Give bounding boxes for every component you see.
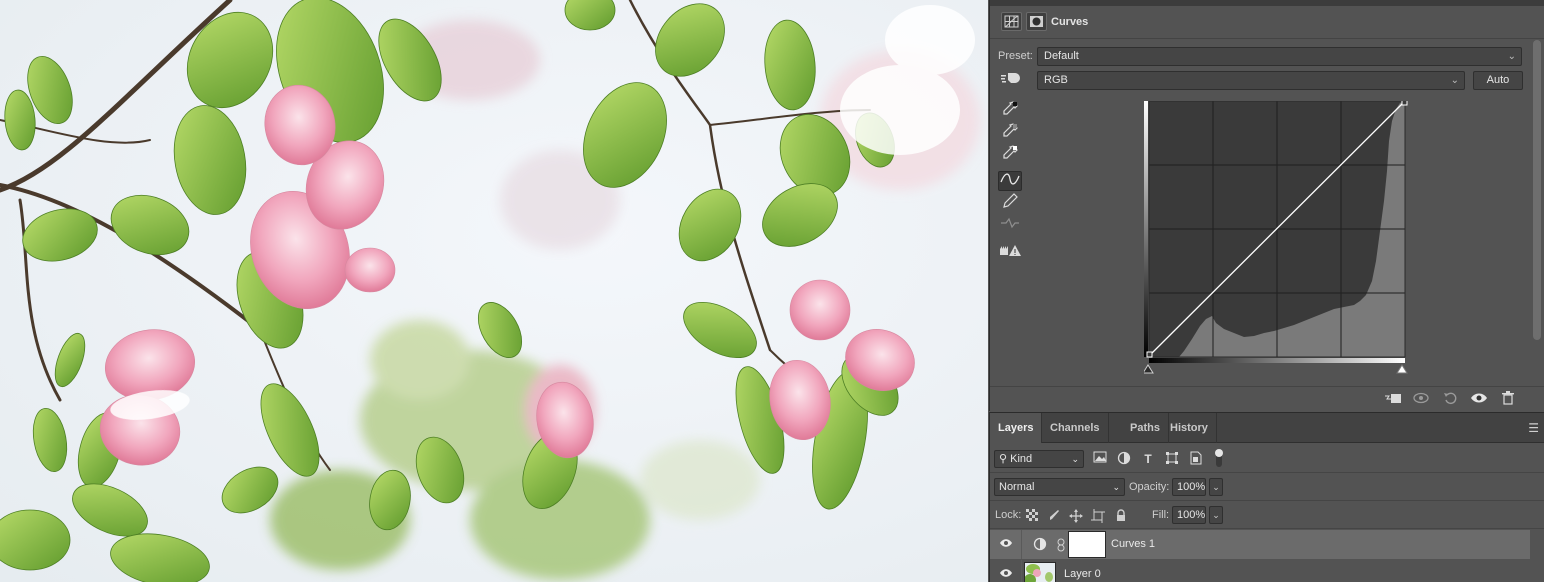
blend-mode-value: Normal bbox=[999, 481, 1035, 493]
pixel-layer-filter-icon[interactable] bbox=[1092, 451, 1108, 467]
channel-value: RGB bbox=[1044, 74, 1068, 86]
tab-layers[interactable]: Layers bbox=[990, 413, 1043, 443]
layer-mask-thumbnail[interactable] bbox=[1068, 531, 1106, 558]
visibility-icon[interactable] bbox=[1469, 391, 1489, 409]
clip-to-layer-icon[interactable] bbox=[1383, 391, 1403, 409]
fill-label: Fill: bbox=[1152, 509, 1170, 521]
type-layer-filter-icon[interactable]: T bbox=[1140, 451, 1156, 467]
lock-transparency-icon[interactable] bbox=[1025, 509, 1039, 523]
tab-history[interactable]: History bbox=[1162, 413, 1217, 443]
layer-filter-row: ⚲ Kind ⌄ T bbox=[990, 444, 1544, 473]
opacity-input[interactable]: 100% bbox=[1172, 478, 1206, 496]
filter-kind-value: Kind bbox=[1010, 453, 1033, 465]
lock-image-pixels-icon[interactable] bbox=[1048, 509, 1062, 523]
preset-dropdown[interactable]: Default ⌄ bbox=[1037, 47, 1522, 66]
blend-mode-dropdown[interactable]: Normal ⌄ bbox=[994, 478, 1125, 496]
curve-point-black[interactable] bbox=[1146, 351, 1153, 358]
smooth-icon[interactable] bbox=[998, 216, 1022, 236]
lock-all-icon[interactable] bbox=[1114, 509, 1128, 523]
opacity-chevron-icon[interactable]: ⌄ bbox=[1209, 478, 1223, 496]
black-point-eyedropper-icon[interactable] bbox=[998, 101, 1022, 121]
properties-header: Curves bbox=[990, 6, 1544, 39]
layer-name[interactable]: Layer 0 bbox=[1064, 568, 1101, 580]
adjustment-grid-icon[interactable] bbox=[1001, 12, 1022, 31]
properties-title: Curves bbox=[1051, 16, 1089, 28]
reset-icon[interactable] bbox=[1441, 391, 1461, 409]
lock-row: Lock: Fill: 100% ⌄ bbox=[990, 501, 1544, 529]
layer-divider bbox=[1021, 560, 1022, 582]
layer-visibility-icon[interactable] bbox=[999, 537, 1013, 551]
layer-name[interactable]: Curves 1 bbox=[1111, 538, 1155, 550]
layer-divider bbox=[1021, 530, 1022, 559]
curves-graph[interactable] bbox=[1144, 101, 1410, 377]
gray-point-eyedropper-icon[interactable] bbox=[998, 123, 1022, 143]
adjustment-layer-filter-icon[interactable] bbox=[1116, 451, 1132, 467]
delete-icon[interactable] bbox=[1498, 391, 1518, 409]
curve-point-white[interactable] bbox=[1401, 101, 1408, 106]
shape-layer-filter-icon[interactable] bbox=[1164, 451, 1180, 467]
filter-toggle-icon[interactable] bbox=[1211, 448, 1227, 467]
tab-channels[interactable]: Channels bbox=[1042, 413, 1109, 443]
channel-dropdown[interactable]: RGB ⌄ bbox=[1037, 71, 1465, 90]
input-gradient-bar bbox=[1149, 358, 1405, 363]
pencil-icon[interactable] bbox=[998, 193, 1022, 213]
mask-link-icon[interactable] bbox=[1057, 538, 1065, 555]
target-adjust-icon[interactable] bbox=[998, 71, 1022, 91]
properties-footer bbox=[990, 386, 1544, 411]
black-input-slider[interactable] bbox=[1144, 364, 1154, 374]
white-point-eyedropper-icon[interactable] bbox=[998, 145, 1022, 165]
photo-canvas[interactable] bbox=[0, 0, 988, 582]
fill-chevron-icon[interactable]: ⌄ bbox=[1209, 506, 1223, 524]
chevron-down-icon: ⌄ bbox=[1112, 482, 1120, 492]
dogwood-photo bbox=[0, 0, 980, 582]
chevron-down-icon: ⌄ bbox=[1507, 51, 1516, 62]
lock-position-icon[interactable] bbox=[1069, 509, 1083, 523]
curve-points-icon[interactable] bbox=[998, 171, 1022, 191]
panel-menu-icon[interactable]: ☰ bbox=[1528, 421, 1539, 435]
lock-label: Lock: bbox=[995, 509, 1022, 521]
adjustment-layer-icon bbox=[1033, 537, 1047, 554]
chevron-down-icon: ⌄ bbox=[1071, 454, 1079, 464]
layers-panel: Layers Channels Paths History ☰ ⚲ Kind ⌄… bbox=[989, 412, 1544, 582]
mask-icon[interactable] bbox=[1026, 12, 1047, 31]
opacity-label: Opacity: bbox=[1129, 481, 1170, 493]
properties-scrollbar[interactable] bbox=[1533, 40, 1541, 340]
lock-artboard-icon[interactable] bbox=[1091, 509, 1105, 523]
layer-visibility-icon[interactable] bbox=[999, 567, 1013, 581]
blend-mode-row: Normal ⌄ Opacity: 100% ⌄ bbox=[990, 473, 1544, 501]
search-icon: ⚲ bbox=[999, 453, 1008, 465]
preset-label: Preset: bbox=[998, 50, 1033, 62]
layer-row-curves-1[interactable]: Curves 1 bbox=[990, 530, 1530, 559]
smart-object-filter-icon[interactable] bbox=[1188, 451, 1204, 467]
white-input-slider[interactable] bbox=[1396, 364, 1408, 374]
layer-row-layer-0[interactable]: Layer 0 bbox=[990, 560, 1530, 582]
properties-panel: Curves Preset: Default ⌄ RGB ⌄ Auto bbox=[989, 0, 1544, 411]
clipping-warning-icon[interactable] bbox=[998, 243, 1022, 263]
filter-kind-dropdown[interactable]: ⚲ Kind ⌄ bbox=[994, 450, 1084, 468]
preset-value: Default bbox=[1044, 50, 1079, 62]
layers-tabbar: Layers Channels Paths History ☰ bbox=[990, 413, 1544, 443]
fill-input[interactable]: 100% bbox=[1172, 506, 1206, 524]
layer-thumbnail[interactable] bbox=[1024, 562, 1056, 582]
view-previous-icon[interactable] bbox=[1412, 391, 1432, 409]
chevron-down-icon: ⌄ bbox=[1450, 75, 1459, 86]
auto-button[interactable]: Auto bbox=[1473, 71, 1523, 90]
output-gradient-bar bbox=[1144, 101, 1148, 357]
